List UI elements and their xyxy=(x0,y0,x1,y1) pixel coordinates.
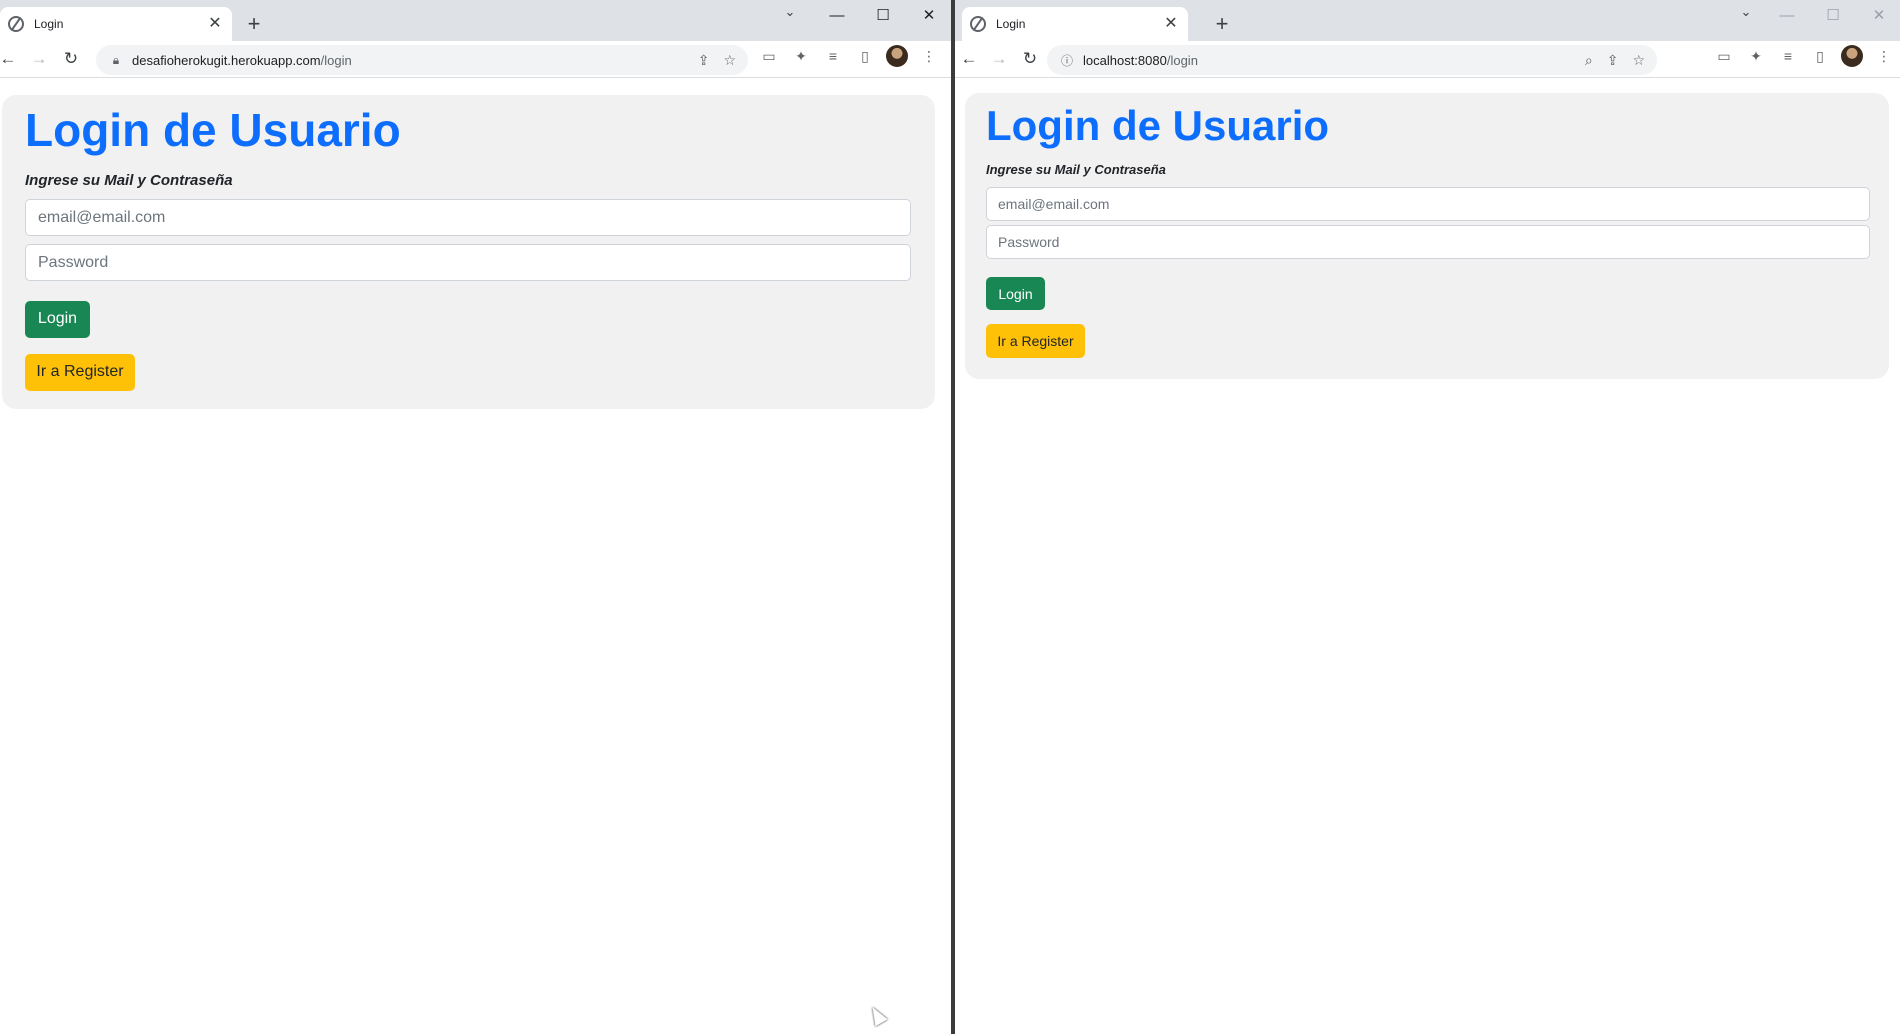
login-card: Login de Usuario Ingrese su Mail y Contr… xyxy=(965,93,1889,379)
profile-avatar[interactable] xyxy=(886,45,908,67)
lock-icon[interactable]: 🔒︎ xyxy=(108,53,124,68)
forward-button[interactable]: → xyxy=(25,45,53,73)
page-viewport: Login de Usuario Ingrese su Mail y Contr… xyxy=(955,79,1900,1034)
forward-button[interactable]: → xyxy=(985,45,1013,73)
media-control-icon[interactable]: ≡ xyxy=(822,48,844,64)
window-controls: — ☐ ✕ xyxy=(1764,0,1900,30)
tab-search-chevron-icon[interactable]: ⌄ xyxy=(776,4,804,20)
tab-strip: Login ✕ + ⌄ — ☐ ✕ xyxy=(0,0,951,41)
share-icon[interactable]: ⇪ xyxy=(698,52,710,69)
close-tab-icon[interactable]: ✕ xyxy=(1162,15,1180,33)
new-tab-button[interactable]: + xyxy=(1208,11,1236,39)
tab-login[interactable]: Login ✕ xyxy=(962,7,1188,41)
extensions-icon[interactable]: ✦ xyxy=(1745,48,1767,65)
back-button[interactable]: ← xyxy=(955,45,983,73)
cast-icon[interactable]: ▭ xyxy=(758,48,780,65)
password-input[interactable]: Password xyxy=(986,225,1870,260)
go-to-register-button[interactable]: Ir a Register xyxy=(986,324,1085,359)
extensions-icon[interactable]: ✦ xyxy=(790,48,812,65)
menu-icon[interactable]: ⋮ xyxy=(1873,48,1895,65)
browser-toolbar: ← → ↻ 🔒︎ desafioherokugit.herokuapp.com/… xyxy=(0,41,951,78)
close-window-button[interactable]: ✕ xyxy=(906,6,951,24)
maximize-button[interactable]: ☐ xyxy=(860,6,906,24)
login-button[interactable]: Login xyxy=(986,277,1045,311)
browser-toolbar: ← → ⓘ localhost:8080/login ⌕ ⇪ ☆ ↻ ▭ ✦ ≡… xyxy=(955,41,1900,78)
back-button[interactable]: ← xyxy=(0,45,22,73)
url-text[interactable]: localhost:8080/login xyxy=(1083,53,1585,68)
close-window-button[interactable]: ✕ xyxy=(1856,6,1900,24)
tab-strip: Login ✕ + ⌄ — ☐ ✕ xyxy=(955,0,1900,41)
maximize-button[interactable]: ☐ xyxy=(1810,6,1856,24)
page-title: Login de Usuario xyxy=(25,104,401,156)
address-bar[interactable]: 🔒︎ desafioherokugit.herokuapp.com/login … xyxy=(96,45,748,75)
zoom-icon[interactable]: ⌕ xyxy=(1585,52,1593,69)
bookmark-star-icon[interactable]: ☆ xyxy=(1632,52,1645,69)
login-card: Login de Usuario Ingrese su Mail y Contr… xyxy=(2,95,935,409)
login-button[interactable]: Login xyxy=(25,300,90,338)
side-panel-icon[interactable]: ▯ xyxy=(854,48,876,65)
browser-window-left: Login ✕ + ⌄ — ☐ ✕ ← → ↻ 🔒︎ desafioheroku… xyxy=(0,0,951,1034)
page-viewport: Login de Usuario Ingrese su Mail y Contr… xyxy=(0,79,951,1034)
login-subtitle: Ingrese su Mail y Contraseña xyxy=(986,162,1166,178)
close-tab-icon[interactable]: ✕ xyxy=(206,15,224,33)
menu-icon[interactable]: ⋮ xyxy=(918,48,940,65)
tab-title: Login xyxy=(34,17,64,31)
side-panel-icon[interactable]: ▯ xyxy=(1809,48,1831,65)
window-controls: — ☐ ✕ xyxy=(814,0,951,30)
go-to-register-button[interactable]: Ir a Register xyxy=(25,353,135,391)
new-tab-button[interactable]: + xyxy=(240,11,268,39)
address-bar[interactable]: ⓘ localhost:8080/login ⌕ ⇪ ☆ xyxy=(1047,45,1657,75)
minimize-button[interactable]: — xyxy=(814,7,860,24)
minimize-button[interactable]: — xyxy=(1764,7,1810,24)
login-subtitle: Ingrese su Mail y Contraseña xyxy=(25,171,233,189)
tab-login[interactable]: Login ✕ xyxy=(0,7,232,41)
cast-icon[interactable]: ▭ xyxy=(1713,48,1735,65)
tab-title: Login xyxy=(996,17,1026,31)
bookmark-star-icon[interactable]: ☆ xyxy=(723,52,736,69)
toolbar-icons: ▭ ✦ ≡ ▯ ⋮ xyxy=(1713,45,1895,67)
url-text[interactable]: desafioherokugit.herokuapp.com/login xyxy=(132,53,698,68)
profile-avatar[interactable] xyxy=(1841,45,1863,67)
email-input[interactable]: email@email.com xyxy=(25,198,911,236)
globe-icon xyxy=(8,16,24,32)
reload-button[interactable]: ↻ xyxy=(57,45,85,73)
info-icon[interactable]: ⓘ xyxy=(1059,52,1075,69)
toolbar-icons: ▭ ✦ ≡ ▯ ⋮ xyxy=(758,45,940,67)
media-control-icon[interactable]: ≡ xyxy=(1777,48,1799,64)
globe-icon xyxy=(970,16,986,32)
reload-button[interactable]: ↻ xyxy=(1016,45,1044,73)
share-icon[interactable]: ⇪ xyxy=(1607,52,1619,69)
password-input[interactable]: Password xyxy=(25,243,911,281)
tab-search-chevron-icon[interactable]: ⌄ xyxy=(1732,4,1760,20)
page-title: Login de Usuario xyxy=(986,102,1330,149)
browser-window-right: Login ✕ + ⌄ — ☐ ✕ ← → ⓘ localhost:8080/l… xyxy=(955,0,1900,1034)
email-input[interactable]: email@email.com xyxy=(986,187,1870,222)
